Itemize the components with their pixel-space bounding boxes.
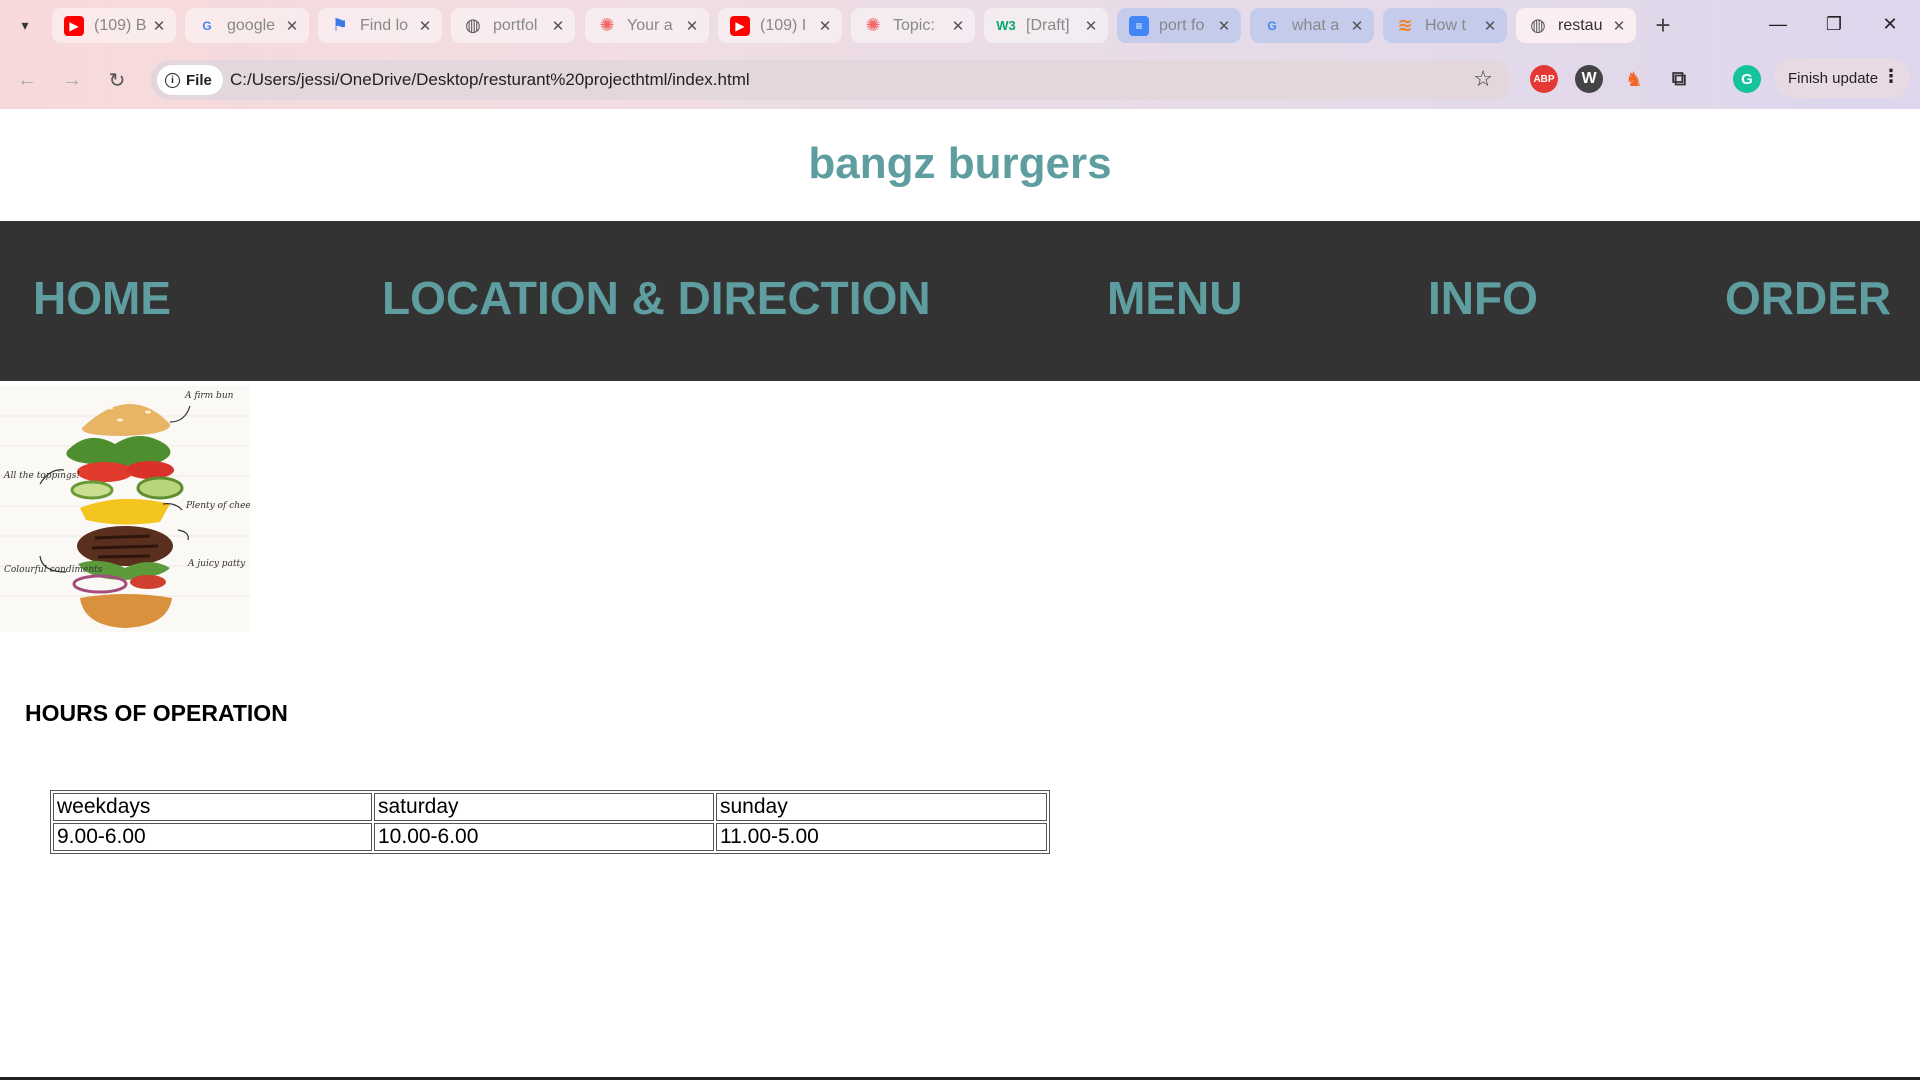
google-icon: G [202, 18, 212, 33]
table-cell: 11.00-5.00 [716, 823, 1047, 851]
asana-icon: ✺ [865, 15, 881, 35]
tab-title: Find lo [360, 16, 409, 34]
globe-icon: ◍ [1530, 15, 1546, 35]
tab-strip: ▾ ▶ (109) B ✕ G google ✕ ⚑ Find lo ✕ ◍ p… [0, 0, 1920, 50]
tab-title: what a [1292, 16, 1340, 34]
close-icon[interactable]: ✕ [681, 17, 703, 35]
close-window-button[interactable]: ✕ [1862, 8, 1918, 40]
annotation-cheese: Plenty of cheese [185, 501, 250, 511]
tab-title: (109) I [760, 16, 807, 34]
reload-button[interactable]: ↻ [101, 64, 133, 96]
annotation-toppings: All the toppings! [3, 471, 80, 481]
back-button[interactable]: ← [11, 64, 43, 96]
google-icon: G [1267, 18, 1277, 33]
minimize-button[interactable]: — [1750, 8, 1806, 40]
nav-home[interactable]: HOME [33, 271, 171, 325]
youtube-icon: ▶ [730, 15, 750, 36]
table-cell: weekdays [53, 793, 372, 821]
restore-button[interactable]: ❐ [1806, 8, 1862, 40]
close-icon[interactable]: ✕ [281, 17, 303, 35]
tab-restaurant-active[interactable]: ◍ restau ✕ [1516, 8, 1636, 43]
docs-icon: ≡ [1129, 15, 1149, 36]
site-title: bangz burgers [808, 139, 1112, 188]
tab-title: Topic: [893, 16, 935, 34]
main-nav: HOME LOCATION & DIRECTION MENU INFO ORDE… [0, 221, 1920, 381]
tab-asana-2[interactable]: ✺ Topic: ✕ [851, 8, 975, 43]
tab-google-1[interactable]: G google ✕ [185, 8, 309, 43]
nav-location-direction[interactable]: LOCATION & DIRECTION [382, 271, 931, 325]
hours-table: weekdays saturday sunday 9.00-6.00 10.00… [50, 790, 1050, 854]
hours-heading: HOURS OF OPERATION [25, 700, 288, 726]
table-cell: saturday [374, 793, 714, 821]
youtube-icon: ▶ [64, 15, 84, 36]
tab-title: [Draft] [1026, 16, 1070, 34]
adblock-icon[interactable]: ABP [1530, 65, 1558, 93]
close-icon[interactable]: ✕ [547, 17, 569, 35]
tab-title: port fo [1159, 16, 1205, 34]
globe-icon: ◍ [465, 15, 481, 35]
annotation-patty: A juicy patty [187, 559, 246, 569]
stackoverflow-icon: ≋ [1397, 15, 1413, 35]
bookmark-star-icon[interactable]: ☆ [1473, 66, 1493, 92]
close-icon[interactable]: ✕ [814, 17, 836, 35]
tab-title: Your a [627, 16, 673, 34]
close-icon[interactable]: ✕ [1213, 17, 1235, 35]
bug-icon[interactable]: ♞ [1620, 65, 1648, 93]
url-text[interactable]: C:/Users/jessi/OneDrive/Desktop/resturan… [230, 70, 750, 90]
tab-search-button[interactable]: ▾ [10, 10, 40, 40]
info-icon: i [165, 72, 180, 88]
tab-title: google [227, 16, 276, 34]
forward-button[interactable]: → [56, 64, 88, 96]
menu-dots-icon[interactable]: ⋮ [1882, 66, 1900, 87]
close-icon[interactable]: ✕ [947, 17, 969, 35]
table-cell: 10.00-6.00 [374, 823, 714, 851]
nav-info[interactable]: INFO [1428, 271, 1538, 325]
tab-portfolio[interactable]: ◍ portfol ✕ [451, 8, 575, 43]
burger-illustration: A firm bun All the toppings! Plenty of c… [0, 391, 250, 628]
tab-youtube-2[interactable]: ▶ (109) I ✕ [718, 8, 842, 43]
tab-title: portfol [493, 16, 538, 34]
wordpress-icon[interactable]: W [1575, 65, 1603, 93]
update-label: Finish update [1788, 69, 1879, 87]
web-page: bangz burgers HOME LOCATION & DIRECTION … [0, 109, 1920, 1078]
tab-docs[interactable]: ≡ port fo ✕ [1117, 8, 1241, 43]
address-bar[interactable]: i File C:/Users/jessi/OneDrive/Desktop/r… [151, 60, 1511, 100]
close-icon[interactable]: ✕ [1479, 17, 1501, 35]
close-icon[interactable]: ✕ [148, 17, 170, 35]
site-info-chip[interactable]: i File [157, 65, 223, 95]
tab-w3schools[interactable]: W3 [Draft] ✕ [984, 8, 1108, 43]
annotation-condiments: Colourful condiments [4, 565, 103, 575]
nav-menu[interactable]: MENU [1107, 271, 1242, 325]
tab-title: restau [1558, 16, 1603, 34]
tab-google-2[interactable]: G what a ✕ [1250, 8, 1374, 43]
table-cell: sunday [716, 793, 1047, 821]
tab-youtube-1[interactable]: ▶ (109) B ✕ [52, 8, 176, 43]
burger-image: A firm bun All the toppings! Plenty of c… [0, 386, 250, 632]
tab-title: (109) B [94, 16, 147, 34]
table-row: 9.00-6.00 10.00-6.00 11.00-5.00 [53, 823, 1047, 851]
table-cell: 9.00-6.00 [53, 823, 372, 851]
tab-asana-1[interactable]: ✺ Your a ✕ [585, 8, 709, 43]
close-icon[interactable]: ✕ [1346, 17, 1368, 35]
puzzle-icon[interactable]: ⧉ [1665, 65, 1693, 93]
annotation-bun: A firm bun [184, 391, 234, 401]
nav-order[interactable]: ORDER [1725, 271, 1891, 325]
tab-find-location[interactable]: ⚑ Find lo ✕ [318, 8, 442, 43]
finish-update-button[interactable]: Finish update ⋮ [1774, 58, 1910, 98]
grammarly-icon[interactable]: G [1733, 65, 1761, 93]
chip-label: File [186, 71, 212, 89]
table-row: weekdays saturday sunday [53, 793, 1047, 821]
close-icon[interactable]: ✕ [1608, 17, 1630, 35]
close-icon[interactable]: ✕ [414, 17, 436, 35]
w3schools-icon: W3 [996, 18, 1016, 33]
asana-icon: ✺ [599, 15, 615, 35]
close-icon[interactable]: ✕ [1080, 17, 1102, 35]
new-tab-button[interactable]: + [1648, 10, 1678, 40]
flag-icon: ⚑ [331, 15, 349, 35]
tab-stackoverflow[interactable]: ≋ How t ✕ [1383, 8, 1507, 43]
tab-title: How t [1425, 16, 1466, 34]
